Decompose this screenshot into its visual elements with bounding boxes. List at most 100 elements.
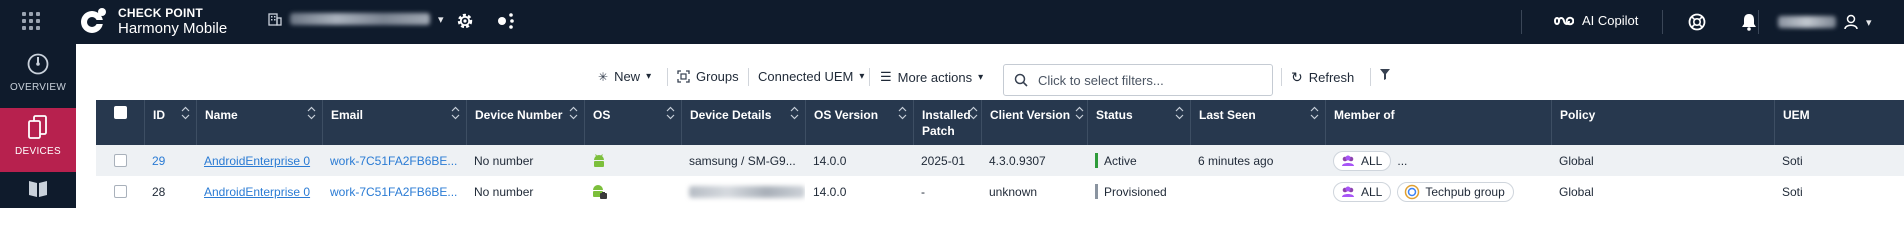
cell-device-number: No number bbox=[474, 153, 534, 168]
column-header-device-details[interactable]: Device Details bbox=[681, 100, 805, 146]
cell-name: AndroidEnterprise 0 bbox=[196, 176, 322, 207]
row-checkbox[interactable] bbox=[114, 154, 127, 167]
device-name-link[interactable]: AndroidEnterprise 0 bbox=[204, 185, 310, 199]
column-header-installed-patch[interactable]: Installed Patch bbox=[913, 100, 981, 146]
divider bbox=[1370, 68, 1371, 86]
groups-button[interactable]: Groups bbox=[677, 69, 739, 84]
user-menu[interactable]: ▾ bbox=[1778, 13, 1872, 31]
sidebar: OVERVIEW DEVICES bbox=[0, 44, 76, 208]
column-header-last-seen[interactable]: Last Seen bbox=[1190, 100, 1325, 146]
new-label: New bbox=[614, 69, 641, 84]
sort-icon bbox=[451, 106, 460, 120]
column-header-status[interactable]: Status bbox=[1087, 100, 1190, 146]
connected-uem-button[interactable]: Connected UEM ▾ bbox=[758, 69, 864, 84]
divider bbox=[1758, 10, 1759, 34]
list-icon: ☰ bbox=[880, 69, 892, 84]
status-indicator bbox=[1095, 153, 1098, 168]
funnel-icon bbox=[1380, 69, 1390, 80]
filter-input[interactable]: Click to select filters... bbox=[1003, 64, 1273, 96]
help-icon[interactable] bbox=[1686, 11, 1708, 33]
tenant-selector[interactable]: ▾ bbox=[268, 12, 444, 26]
filter-placeholder: Click to select filters... bbox=[1038, 72, 1164, 88]
status-text: Provisioned bbox=[1104, 184, 1167, 199]
groups-icon bbox=[677, 70, 690, 83]
cell-email[interactable]: work-7C51FA2FB6BE... bbox=[322, 145, 466, 176]
cell-id[interactable]: 28 bbox=[144, 176, 196, 207]
cell-email[interactable]: work-7C51FA2FB6BE... bbox=[322, 176, 466, 207]
sparkle-icon: ✳ bbox=[598, 69, 609, 84]
more-actions-button[interactable]: ☰ More actions ▾ bbox=[880, 69, 983, 85]
cell-device-number: No number bbox=[474, 184, 534, 199]
chevron-down-icon: ▾ bbox=[859, 71, 865, 82]
sidebar-item-label: DEVICES bbox=[14, 146, 61, 157]
member-more[interactable]: ... bbox=[1397, 154, 1407, 168]
cell-last-seen: 6 minutes ago bbox=[1198, 153, 1274, 168]
column-header-os[interactable]: OS bbox=[584, 100, 681, 146]
cell-os bbox=[584, 145, 681, 176]
sort-icon bbox=[1075, 106, 1084, 120]
column-header-device-number[interactable]: Device Number bbox=[466, 100, 584, 146]
sort-icon bbox=[666, 106, 675, 120]
cell-status: Active bbox=[1087, 145, 1190, 176]
cell-name: AndroidEnterprise 0 bbox=[196, 145, 322, 176]
column-header-member-of[interactable]: Member of bbox=[1325, 100, 1551, 146]
divider bbox=[748, 68, 749, 86]
device-name-link[interactable]: AndroidEnterprise 0 bbox=[204, 154, 310, 168]
devices-icon bbox=[28, 115, 47, 139]
cell-member-of: ALL ... bbox=[1325, 145, 1551, 176]
table-row[interactable]: 29 AndroidEnterprise 0 work-7C51FA2FB6BE… bbox=[96, 145, 1904, 176]
refresh-button[interactable]: ↻ Refresh bbox=[1291, 69, 1354, 86]
group-icon bbox=[1342, 186, 1354, 197]
brand-name: CHECK POINT bbox=[118, 6, 203, 20]
group-tag[interactable]: ALL bbox=[1333, 150, 1392, 171]
divider bbox=[869, 68, 870, 86]
column-header-policy[interactable]: Policy bbox=[1551, 100, 1774, 146]
select-all-checkbox[interactable] bbox=[114, 106, 127, 119]
row-checkbox[interactable] bbox=[114, 185, 127, 198]
building-icon bbox=[268, 13, 282, 26]
divider bbox=[1281, 68, 1282, 86]
copilot-icon bbox=[1554, 16, 1574, 25]
group-tag[interactable]: Techpub group bbox=[1397, 181, 1514, 202]
sidebar-item-overview[interactable]: OVERVIEW bbox=[0, 52, 76, 108]
row-select-cell bbox=[96, 176, 144, 207]
column-header-uem[interactable]: UEM bbox=[1774, 100, 1904, 146]
share-icon[interactable] bbox=[494, 10, 516, 32]
cell-id[interactable]: 29 bbox=[144, 145, 196, 176]
gear-icon[interactable] bbox=[454, 10, 476, 32]
status-text: Active bbox=[1104, 153, 1137, 168]
column-header-client-version[interactable]: Client Version bbox=[981, 100, 1087, 146]
apps-grid-icon[interactable] bbox=[22, 12, 44, 30]
cell-client-version: unknown bbox=[989, 184, 1038, 199]
column-header-name[interactable]: Name bbox=[196, 100, 322, 146]
divider bbox=[1662, 10, 1663, 34]
speedometer-icon bbox=[27, 53, 49, 75]
bell-icon[interactable] bbox=[1738, 11, 1760, 33]
group-tag-label: ALL bbox=[1361, 153, 1383, 168]
cell-installed-patch: 2025-01 bbox=[921, 153, 966, 168]
user-icon bbox=[1844, 14, 1858, 30]
more-actions-label: More actions bbox=[897, 69, 973, 85]
chevron-down-icon: ▾ bbox=[438, 13, 444, 26]
sidebar-item-label: OVERVIEW bbox=[9, 82, 67, 93]
column-header-id[interactable]: ID bbox=[144, 100, 196, 146]
custom-group-icon bbox=[1405, 184, 1420, 199]
column-header-email[interactable]: Email bbox=[322, 100, 466, 146]
group-tag-label: Techpub group bbox=[1425, 184, 1505, 199]
table-row[interactable]: 28 AndroidEnterprise 0 work-7C51FA2FB6BE… bbox=[96, 176, 1904, 207]
new-button[interactable]: ✳ New ▾ bbox=[598, 69, 651, 84]
ai-copilot-button[interactable]: AI Copilot bbox=[1554, 13, 1638, 28]
filter-funnel-button[interactable] bbox=[1380, 69, 1390, 80]
sort-icon bbox=[898, 106, 907, 120]
cell-policy: Global bbox=[1559, 184, 1594, 199]
top-bar: CHECK POINT Harmony Mobile ▾ AI Copilot bbox=[0, 0, 1904, 44]
row-select-cell bbox=[96, 145, 144, 176]
cell-device-details: samsung / SM-G9... bbox=[689, 153, 796, 168]
sidebar-item-book[interactable] bbox=[0, 178, 76, 208]
group-tag[interactable]: ALL bbox=[1333, 181, 1392, 202]
search-icon bbox=[1014, 73, 1028, 87]
sidebar-item-devices[interactable]: DEVICES bbox=[0, 108, 76, 172]
group-icon bbox=[1342, 155, 1354, 166]
tenant-name-redacted bbox=[290, 13, 430, 25]
column-header-os-version[interactable]: OS Version bbox=[805, 100, 913, 146]
